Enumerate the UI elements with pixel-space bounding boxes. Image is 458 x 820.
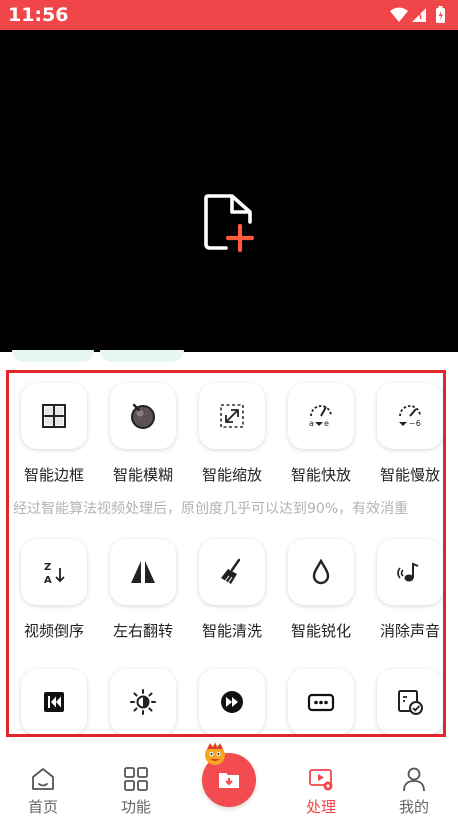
zoom-button[interactable]	[199, 383, 265, 449]
status-bar: 11:56	[0, 0, 458, 30]
verify-button[interactable]	[377, 669, 443, 734]
flip-icon	[131, 561, 155, 583]
brightness-button[interactable]	[110, 669, 176, 734]
signal-icon	[412, 8, 426, 22]
reverse-order-icon: Z A	[44, 562, 65, 586]
feature-label: 智能快放	[290, 466, 351, 484]
mute-note-icon	[397, 562, 419, 582]
svg-text:e: e	[324, 419, 329, 428]
slow-motion-gauge-button[interactable]: ~6	[377, 383, 443, 449]
battery-icon	[436, 6, 445, 23]
broom-icon	[221, 558, 241, 584]
nav-label-mine: 我的	[398, 798, 429, 816]
person-icon	[403, 767, 425, 792]
subtitle-button[interactable]	[288, 669, 354, 734]
nav-label-functions: 功能	[120, 798, 151, 816]
video-settings-icon	[309, 769, 333, 791]
grid-icon	[124, 767, 148, 791]
home-icon	[32, 768, 54, 790]
frame-icon	[42, 404, 66, 428]
reverse-order-button[interactable]: Z A	[21, 539, 87, 605]
blur-button[interactable]	[110, 383, 176, 449]
fast-forward-button[interactable]	[199, 669, 265, 734]
flip-button[interactable]	[110, 539, 176, 605]
function-panel: 智能边框 智能模糊 智能缩放 a e 智能快放 ~6 智能慢放 经过智能算法视频…	[6, 370, 446, 737]
feature-label: 智能模糊	[112, 466, 173, 484]
svg-text:A: A	[44, 575, 52, 586]
blur-icon	[131, 403, 155, 429]
brightness-icon	[130, 689, 156, 715]
verify-icon	[398, 690, 423, 715]
tab-peek	[12, 350, 94, 362]
feature-label: 智能慢放	[379, 466, 440, 484]
bottom-navigation: 首页 功能 处理 我的	[0, 738, 458, 820]
feature-label: 视频倒序	[23, 622, 84, 640]
frame-button[interactable]	[21, 383, 87, 449]
mute-button[interactable]	[377, 539, 443, 605]
drop-icon	[312, 558, 330, 585]
broom-button[interactable]	[199, 539, 265, 605]
feature-label: 左右翻转	[112, 622, 173, 640]
svg-text:Z: Z	[44, 562, 51, 573]
status-icons	[390, 6, 445, 23]
nav-label-process: 处理	[305, 798, 336, 816]
download-folder-icon	[219, 773, 239, 788]
svg-text:a: a	[309, 419, 314, 428]
sharpen-button[interactable]	[288, 539, 354, 605]
fast-forward-gauge-icon: a e	[309, 405, 332, 428]
add-file-icon[interactable]	[200, 188, 260, 254]
wifi-icon	[390, 7, 408, 22]
video-preview[interactable]	[0, 30, 458, 352]
slow-motion-gauge-icon: ~6	[399, 405, 421, 428]
rewind-button[interactable]	[21, 669, 87, 734]
feature-label: 智能缩放	[201, 466, 262, 484]
feature-label: 智能锐化	[290, 622, 351, 640]
feature-label: 智能边框	[23, 466, 84, 484]
fast-forward-icon	[221, 691, 243, 713]
feature-label: 消除声音	[379, 622, 440, 640]
subtitle-icon	[307, 693, 335, 712]
svg-text:~6: ~6	[409, 419, 421, 428]
fast-forward-gauge-button[interactable]: a e	[288, 383, 354, 449]
feature-label: 智能清洗	[201, 622, 262, 640]
status-time: 11:56	[8, 4, 69, 26]
marquee-text: 经过智能算法视频处理后，原创度几乎可以达到90%，有效消重	[13, 501, 409, 517]
rewind-icon	[44, 692, 64, 712]
nav-label-home: 首页	[27, 798, 58, 816]
tab-peek	[100, 350, 184, 362]
lion-mascot-icon	[205, 742, 225, 765]
zoom-icon	[220, 404, 244, 428]
